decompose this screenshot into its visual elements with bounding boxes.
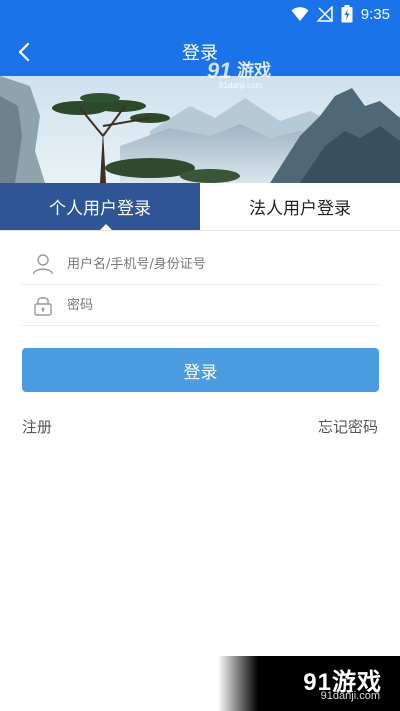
watermark-url: 91danji.com [320,690,380,702]
username-field [22,244,380,285]
no-signal-icon [316,6,333,22]
lock-icon [34,297,52,316]
svg-text:游戏: 游戏 [237,60,271,81]
password-input[interactable] [67,297,347,313]
tab-corporate-login[interactable]: 法人用户登录 [200,183,400,230]
user-icon [32,254,54,275]
watermark-bottom: 91游戏 91danji.com [218,656,400,711]
username-input[interactable] [67,256,347,272]
login-type-tabs: 个人用户登录 法人用户登录 [0,183,400,231]
password-field [22,285,380,326]
banner-image [0,76,400,183]
status-icons: 9:35 [291,4,390,24]
svg-text:91danji.com: 91danji.com [219,81,262,90]
tab-corporate-label: 法人用户登录 [249,199,351,219]
battery-charging-icon [341,5,353,23]
app-bar: 登录 [0,28,400,76]
tab-personal-label: 个人用户登录 [49,199,151,219]
watermark-top: 91 游戏 91danji.com [205,56,305,92]
forgot-password-link[interactable]: 忘记密码 [318,416,378,437]
page-title: 登录 [182,43,218,64]
login-form [22,244,380,326]
watermark-logo-icon: 91 游戏 91danji.com [207,58,271,90]
wifi-icon [291,7,309,21]
login-button[interactable]: 登录 [22,348,379,392]
tab-active-indicator [100,224,112,230]
register-link[interactable]: 注册 [22,416,52,437]
status-bar: 9:35 [0,0,400,28]
svg-text:91: 91 [207,58,231,83]
status-time: 9:35 [360,5,390,23]
tab-personal-login[interactable]: 个人用户登录 [0,183,200,230]
